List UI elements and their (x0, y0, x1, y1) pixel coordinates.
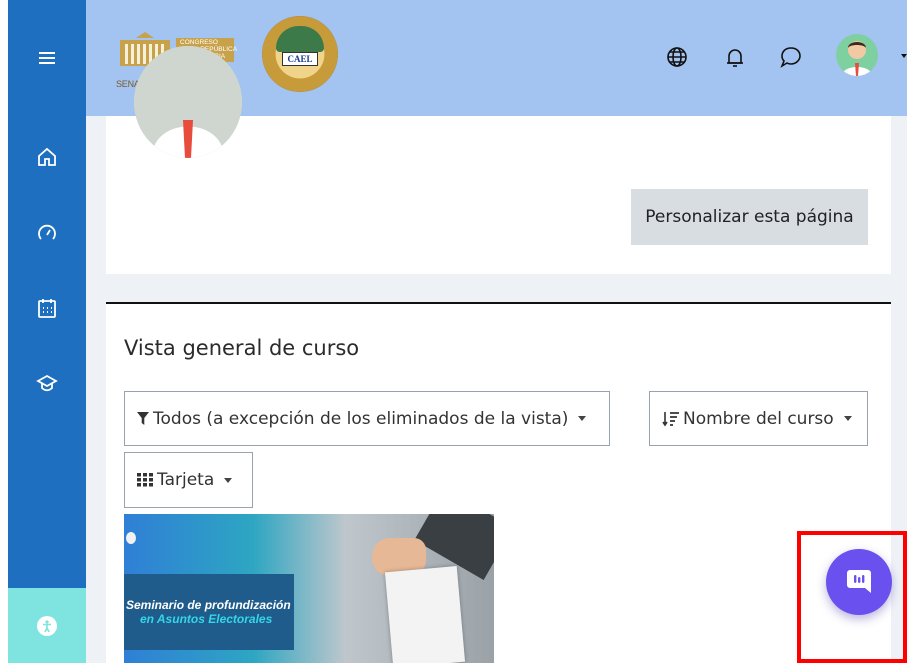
logo-text-line: CONGRESO (180, 39, 218, 46)
cael-seal-text: CAEL (282, 52, 318, 66)
ballot-graphic (384, 566, 466, 663)
course-overview-card: Vista general de curso Todos (a excepció… (106, 302, 891, 663)
messages-icon[interactable] (778, 44, 804, 70)
sort-icon (662, 411, 679, 426)
course-banner: Seminario de profundización en Asuntos E… (124, 574, 294, 650)
course-title-line1: Seminario de profundización (126, 598, 291, 612)
user-avatar[interactable] (836, 34, 878, 76)
user-menu-caret-icon[interactable] (901, 54, 907, 58)
graduation-cap-icon[interactable] (8, 363, 86, 403)
accessibility-button[interactable] (8, 588, 86, 663)
calendar-icon[interactable] (8, 288, 86, 328)
dashboard-icon[interactable] (8, 214, 86, 254)
menu-icon[interactable] (8, 38, 86, 78)
chat-widget-button[interactable] (826, 549, 892, 615)
main-content: Personalizar esta página Vista general d… (86, 46, 907, 663)
filter-icon (137, 412, 149, 425)
course-card-image[interactable]: Seminario de profundización en Asuntos E… (124, 514, 494, 663)
language-globe-icon[interactable] (664, 44, 690, 70)
cael-seal-logo[interactable]: CAEL (262, 16, 338, 92)
course-view-dropdown[interactable]: Tarjeta (124, 452, 253, 508)
course-sort-dropdown[interactable]: Nombre del curso (649, 391, 868, 446)
course-filter-label: Todos (a excepción de los eliminados de … (153, 408, 569, 429)
chat-icon (847, 570, 871, 593)
accessibility-icon (37, 615, 57, 636)
course-sort-label: Nombre del curso (683, 408, 834, 429)
grid-view-icon (137, 473, 153, 487)
chevron-down-icon (843, 416, 852, 421)
course-view-label: Tarjeta (157, 470, 215, 490)
notification-bell-icon[interactable] (722, 44, 748, 70)
profile-card: Personalizar esta página (106, 46, 891, 274)
home-icon[interactable] (8, 137, 86, 177)
course-filter-dropdown[interactable]: Todos (a excepción de los eliminados de … (124, 391, 610, 446)
sidebar (8, 0, 86, 663)
section-title: Vista general de curso (124, 336, 360, 360)
chevron-down-icon (224, 477, 233, 483)
profile-avatar (134, 46, 242, 158)
course-crest-icon (126, 532, 136, 544)
course-title-line2: en Asuntos Electorales (140, 612, 273, 626)
customize-page-button[interactable]: Personalizar esta página (631, 189, 868, 245)
page: CONGRESO DE LA REPÚBLICA DE COLOMBIA SEN… (0, 0, 907, 663)
chevron-down-icon (578, 416, 587, 421)
